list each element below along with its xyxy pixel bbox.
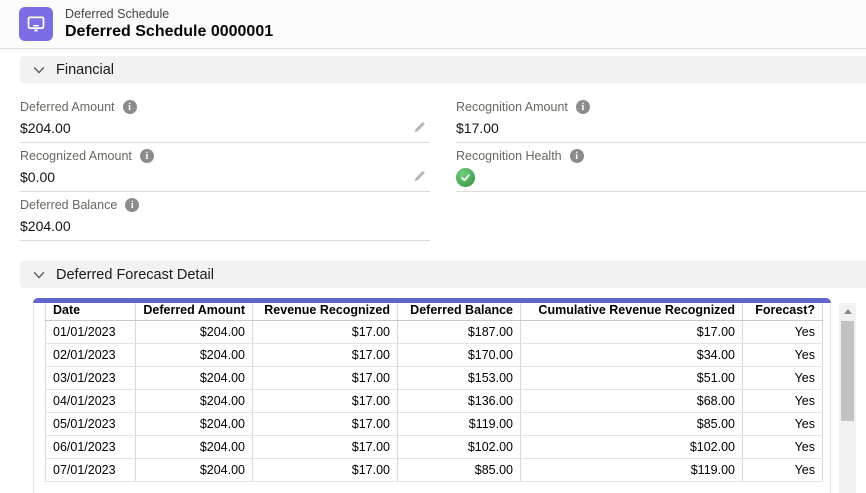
- table-cell: 04/01/2023: [46, 390, 136, 413]
- table-row: 03/01/2023$204.00$17.00$153.00$51.00Yes: [46, 367, 823, 390]
- table-cell: 01/01/2023: [46, 321, 136, 344]
- field-value: $17.00: [456, 120, 499, 136]
- field-label: Recognition Amount: [456, 100, 568, 114]
- table-cell: $17.00: [521, 321, 743, 344]
- table-cell: $17.00: [253, 344, 398, 367]
- section-header-financial[interactable]: Financial: [20, 56, 866, 83]
- table-cell: $153.00: [398, 367, 521, 390]
- info-icon[interactable]: i: [123, 100, 137, 114]
- info-icon[interactable]: i: [125, 198, 139, 212]
- chevron-down-icon: [32, 63, 46, 77]
- table-cell: Yes: [743, 367, 823, 390]
- table-cell: Yes: [743, 344, 823, 367]
- table-row: 05/01/2023$204.00$17.00$119.00$85.00Yes: [46, 413, 823, 436]
- table-row: 06/01/2023$204.00$17.00$102.00$102.00Yes: [46, 436, 823, 459]
- table-cell: $51.00: [521, 367, 743, 390]
- desktop-icon: [26, 14, 46, 34]
- table-cell: 07/01/2023: [46, 459, 136, 482]
- vertical-scrollbar[interactable]: [839, 303, 856, 493]
- edit-pencil-icon[interactable]: [412, 169, 426, 183]
- table-cell: $204.00: [136, 321, 253, 344]
- column-header-revenue-recognized[interactable]: Revenue Recognized: [253, 299, 398, 321]
- column-header-cumulative-revenue-recognized[interactable]: Cumulative Revenue Recognized: [521, 299, 743, 321]
- scrollbar-up-button[interactable]: [839, 303, 856, 319]
- field-label: Deferred Amount: [20, 100, 115, 114]
- table-cell: $204.00: [136, 459, 253, 482]
- object-label: Deferred Schedule: [65, 7, 273, 22]
- field-value: $204.00: [20, 218, 71, 234]
- column-header-forecast[interactable]: Forecast?: [743, 299, 823, 321]
- column-header-date[interactable]: Date: [46, 299, 136, 321]
- field-value: $0.00: [20, 169, 55, 185]
- page-header: Deferred Schedule Deferred Schedule 0000…: [0, 0, 866, 49]
- table-cell: 03/01/2023: [46, 367, 136, 390]
- table-cell: $204.00: [136, 436, 253, 459]
- table-cell: $17.00: [253, 321, 398, 344]
- table-cell: $17.00: [253, 367, 398, 390]
- table-cell: $17.00: [253, 459, 398, 482]
- table-row: 07/01/2023$204.00$17.00$85.00$119.00Yes: [46, 459, 823, 482]
- section-title-financial: Financial: [56, 62, 114, 78]
- table-row: 01/01/2023$204.00$17.00$187.00$17.00Yes: [46, 321, 823, 344]
- info-icon[interactable]: i: [576, 100, 590, 114]
- table-cell: $85.00: [521, 413, 743, 436]
- table-cell: $204.00: [136, 367, 253, 390]
- table-cell: $17.00: [253, 436, 398, 459]
- table-cell: $119.00: [521, 459, 743, 482]
- chevron-down-icon: [32, 268, 46, 282]
- forecast-table-card: DateDeferred AmountRevenue RecognizedDef…: [33, 298, 831, 493]
- table-cell: $204.00: [136, 344, 253, 367]
- table-cell: $119.00: [398, 413, 521, 436]
- field-deferred-balance: Deferred Balance i $204.00: [20, 192, 430, 241]
- field-recognized-amount: Recognized Amount i $0.00: [20, 143, 430, 192]
- table-cell: Yes: [743, 321, 823, 344]
- section-header-forecast[interactable]: Deferred Forecast Detail: [20, 261, 866, 288]
- table-cell: Yes: [743, 390, 823, 413]
- table-cell: $170.00: [398, 344, 521, 367]
- scroll-up-arrow-icon: [844, 309, 852, 314]
- table-cell: Yes: [743, 413, 823, 436]
- table-cell: $102.00: [398, 436, 521, 459]
- success-check-icon: [456, 168, 475, 187]
- field-recognition-amount: Recognition Amount i $17.00: [456, 94, 866, 143]
- table-cell: $102.00: [521, 436, 743, 459]
- table-cell: $17.00: [253, 390, 398, 413]
- section-title-forecast: Deferred Forecast Detail: [56, 267, 214, 283]
- forecast-table: DateDeferred AmountRevenue RecognizedDef…: [45, 298, 823, 482]
- table-cell: $34.00: [521, 344, 743, 367]
- financial-fields: Deferred Amount i $204.00 Recognition Amoun…: [20, 94, 866, 241]
- deferred-schedule-object-icon: [19, 7, 53, 41]
- page-title: Deferred Schedule 0000001: [65, 22, 273, 41]
- table-cell: 05/01/2023: [46, 413, 136, 436]
- table-cell: $85.00: [398, 459, 521, 482]
- table-cell: $68.00: [521, 390, 743, 413]
- table-cell: $187.00: [398, 321, 521, 344]
- field-label: Deferred Balance: [20, 198, 117, 212]
- table-cell: $17.00: [253, 413, 398, 436]
- edit-pencil-icon[interactable]: [412, 120, 426, 134]
- table-cell: Yes: [743, 459, 823, 482]
- column-header-deferred-amount[interactable]: Deferred Amount: [136, 299, 253, 321]
- field-label: Recognized Amount: [20, 149, 132, 163]
- table-row: 04/01/2023$204.00$17.00$136.00$68.00Yes: [46, 390, 823, 413]
- column-header-deferred-balance[interactable]: Deferred Balance: [398, 299, 521, 321]
- table-cell: $204.00: [136, 390, 253, 413]
- table-cell: Yes: [743, 436, 823, 459]
- table-cell: $204.00: [136, 413, 253, 436]
- info-icon[interactable]: i: [140, 149, 154, 163]
- scrollbar-thumb[interactable]: [841, 321, 854, 421]
- table-cell: 02/01/2023: [46, 344, 136, 367]
- info-icon[interactable]: i: [570, 149, 584, 163]
- field-recognition-health: Recognition Health i: [456, 143, 866, 192]
- table-cell: $136.00: [398, 390, 521, 413]
- field-deferred-amount: Deferred Amount i $204.00: [20, 94, 430, 143]
- table-header-row: DateDeferred AmountRevenue RecognizedDef…: [46, 299, 823, 321]
- table-cell: 06/01/2023: [46, 436, 136, 459]
- field-value: $204.00: [20, 120, 71, 136]
- field-label: Recognition Health: [456, 149, 562, 163]
- table-row: 02/01/2023$204.00$17.00$170.00$34.00Yes: [46, 344, 823, 367]
